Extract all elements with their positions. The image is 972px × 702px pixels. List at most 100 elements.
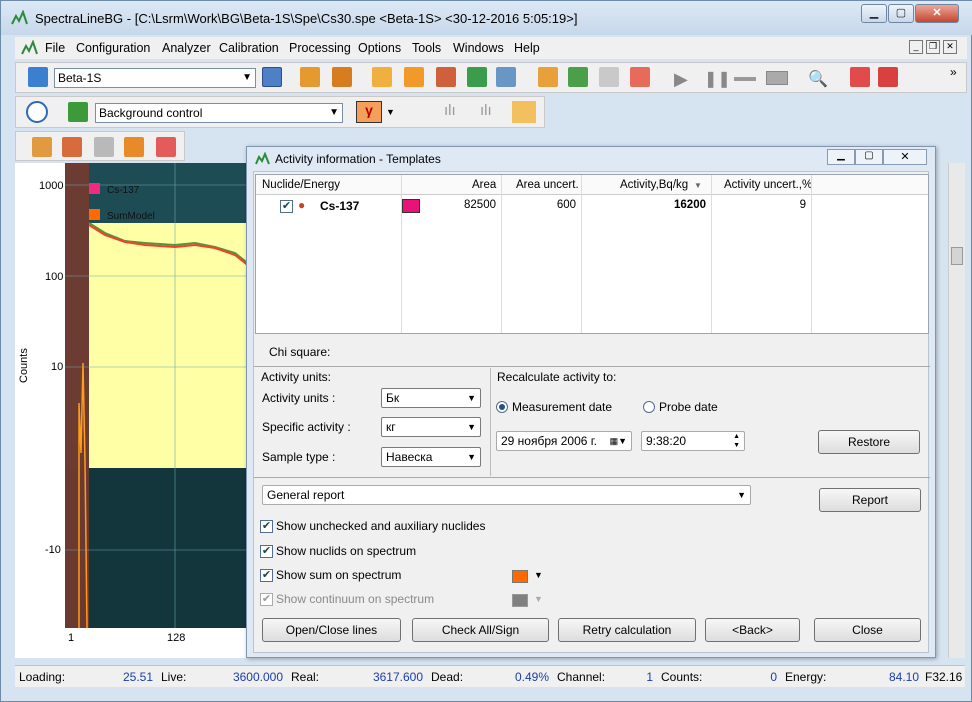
calendar-icon[interactable]: ▦▼: [610, 432, 627, 450]
show-unchecked-checkbox[interactable]: ✔: [260, 520, 273, 533]
time-picker[interactable]: 9:38:20 ▲ ▼: [641, 431, 745, 451]
chevron-down-icon[interactable]: ▼: [534, 570, 543, 580]
menu-configuration[interactable]: Configuration: [76, 41, 150, 55]
close-window-button[interactable]: ✕: [915, 4, 959, 23]
save-icon[interactable]: [404, 67, 424, 87]
mdi-restore-button[interactable]: ❐: [926, 40, 940, 54]
report-select[interactable]: General report ▼: [262, 485, 751, 505]
chevron-down-icon[interactable]: ▼: [386, 107, 395, 117]
background-run-icon[interactable]: [68, 102, 88, 122]
measurement-date-radio[interactable]: [496, 401, 508, 413]
mode-select[interactable]: Background control ▼: [95, 103, 343, 123]
row-checkbox[interactable]: ✔: [280, 200, 293, 213]
save-spectrum-icon[interactable]: [332, 67, 352, 87]
list-icon[interactable]: [262, 67, 282, 87]
sample-move-icon[interactable]: [124, 137, 144, 157]
gamma-icon[interactable]: γ: [356, 101, 382, 123]
report-button[interactable]: Report: [819, 488, 921, 512]
app-menu-icon[interactable]: [21, 40, 39, 56]
menu-file[interactable]: File: [45, 41, 65, 55]
show-sum-checkbox[interactable]: ✔: [260, 569, 273, 582]
gamma-peak-icon[interactable]: [878, 67, 898, 87]
status-dead-value: 0.49%: [514, 670, 549, 684]
col-activity[interactable]: Activity,Bq/kg: [620, 179, 688, 191]
pause-icon[interactable]: ❚❚: [704, 69, 731, 89]
chevron-down-icon: ▼: [329, 107, 339, 118]
maximize-button[interactable]: ▢: [888, 4, 914, 23]
menu-tools[interactable]: Tools: [412, 41, 441, 55]
col-area[interactable]: Area: [472, 179, 496, 191]
detector-select[interactable]: Beta-1S ▼: [54, 68, 256, 88]
status-real-value: 3617.600: [372, 670, 423, 684]
restore-button[interactable]: Restore: [818, 430, 920, 454]
probe-date-radio[interactable]: [643, 401, 655, 413]
sum-color-swatch[interactable]: [512, 570, 528, 583]
curve-icon[interactable]: [630, 67, 650, 87]
info-icon[interactable]: [26, 101, 48, 123]
close-button[interactable]: Close: [814, 618, 921, 642]
sample-type-select[interactable]: Навеска ▼: [381, 447, 481, 467]
show-continuum-checkbox[interactable]: ✔: [260, 593, 273, 606]
sample-add-icon[interactable]: [62, 137, 82, 157]
toolbar-overflow-icon[interactable]: »: [950, 65, 957, 79]
show-unchecked-label[interactable]: Show unchecked and auxiliary nuclides: [276, 519, 485, 533]
measurement-date-label[interactable]: Measurement date: [512, 400, 612, 414]
zoom-icon[interactable]: 🔍: [808, 69, 828, 89]
print-icon[interactable]: [436, 67, 456, 87]
delete-peak-icon[interactable]: [850, 67, 870, 87]
col-activity-uncert[interactable]: Activity uncert.,%: [724, 179, 812, 191]
open-folder-icon[interactable]: [372, 67, 392, 87]
dialog-maximize-button[interactable]: ▢: [855, 149, 883, 165]
spectrum-canvas[interactable]: Cs-137 SumModel: [65, 163, 250, 628]
stop-icon[interactable]: [734, 77, 756, 81]
library-icon[interactable]: [496, 67, 516, 87]
retry-calculation-button[interactable]: Retry calculation: [558, 618, 696, 642]
energy-calibration-icon[interactable]: [538, 67, 558, 87]
check-all-button[interactable]: Check All/Sign: [412, 618, 549, 642]
show-nuclids-label[interactable]: Show nuclids on spectrum: [276, 544, 416, 558]
open-spectrum-icon[interactable]: [300, 67, 320, 87]
specific-activity-select[interactable]: кг ▼: [381, 417, 481, 437]
peak-calibration-icon[interactable]: [568, 67, 588, 87]
activity-units-select[interactable]: Бк ▼: [381, 388, 481, 408]
date-picker[interactable]: 29 ноября 2006 г. ▦▼: [496, 431, 632, 451]
sample-delete-icon[interactable]: [156, 137, 176, 157]
menu-help[interactable]: Help: [514, 41, 540, 55]
dialog-minimize-button[interactable]: ▁: [827, 149, 855, 165]
nuclides-icon[interactable]: [467, 67, 487, 87]
mdi-close-button[interactable]: ✕: [943, 40, 957, 54]
efficiency-icon[interactable]: [599, 67, 619, 87]
detector-icon[interactable]: [28, 67, 48, 87]
continuum-color-swatch[interactable]: [512, 594, 528, 607]
spectrum-plot[interactable]: Counts 1000 100 10 -10 1 128 Cs-137 SumM…: [15, 163, 250, 658]
col-nuclide[interactable]: Nuclide/Energy: [262, 179, 340, 191]
table-row[interactable]: ✔ ● Cs-137 82500 600 16200 9: [256, 196, 928, 216]
chevron-down-icon[interactable]: ▼: [534, 594, 543, 604]
show-nuclids-checkbox[interactable]: ✔: [260, 545, 273, 558]
vertical-scrollbar[interactable]: [948, 163, 965, 658]
dialog-close-icon[interactable]: ✕: [883, 149, 927, 165]
sample-copy-icon[interactable]: [94, 137, 114, 157]
sample-icon[interactable]: [32, 137, 52, 157]
bq-activity-icon[interactable]: [512, 101, 536, 123]
show-continuum-label[interactable]: Show continuum on spectrum: [276, 592, 434, 606]
info-peaks-icon[interactable]: ılı: [444, 102, 456, 119]
info-continuum-icon[interactable]: ılı: [480, 102, 492, 119]
menu-windows[interactable]: Windows: [453, 41, 504, 55]
menu-analyzer[interactable]: Analyzer: [162, 41, 211, 55]
col-area-uncert[interactable]: Area uncert.: [516, 179, 579, 191]
minimize-button[interactable]: ▁: [861, 4, 887, 23]
cell-color-swatch[interactable]: [402, 199, 420, 213]
mdi-minimize-button[interactable]: _: [909, 40, 923, 54]
show-sum-label[interactable]: Show sum on spectrum: [276, 568, 401, 582]
probe-date-label[interactable]: Probe date: [659, 400, 718, 414]
open-close-lines-button[interactable]: Open/Close lines: [262, 618, 401, 642]
clear-icon[interactable]: [766, 71, 788, 85]
menu-processing[interactable]: Processing: [289, 41, 351, 55]
scrollbar-thumb[interactable]: [951, 247, 963, 265]
spinner-icon[interactable]: ▲ ▼: [733, 432, 740, 450]
back-button[interactable]: <Back>: [705, 618, 800, 642]
menu-options[interactable]: Options: [358, 41, 401, 55]
menu-calibration[interactable]: Calibration: [219, 41, 279, 55]
play-icon[interactable]: ▶: [674, 69, 688, 90]
